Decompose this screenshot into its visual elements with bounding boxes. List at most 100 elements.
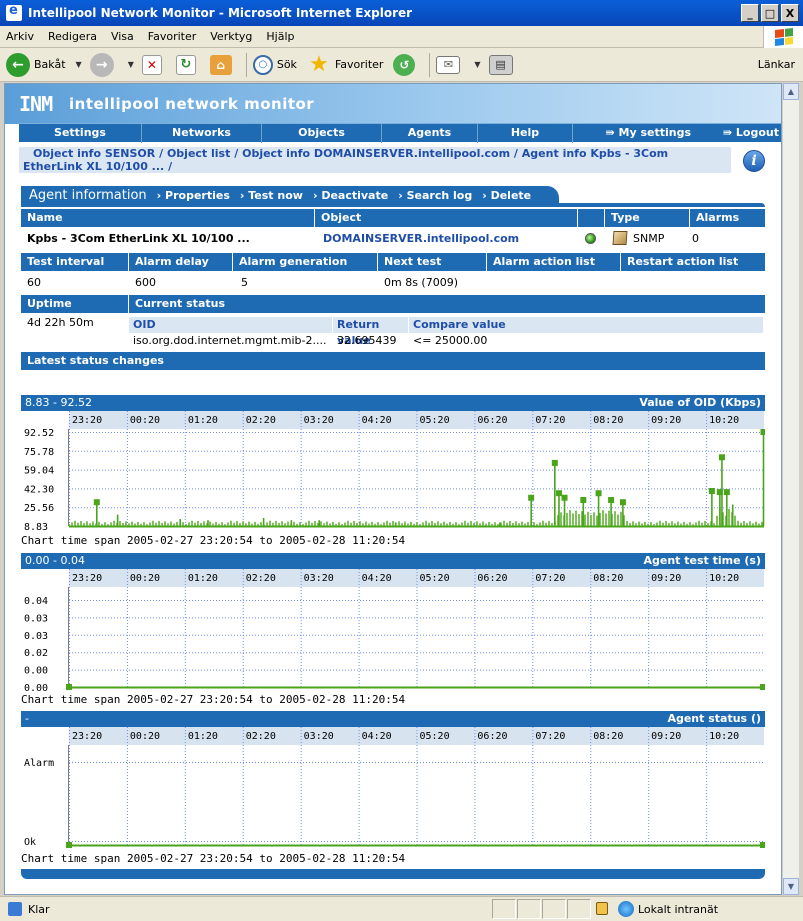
action-properties[interactable]: Properties	[157, 189, 230, 202]
stop-button[interactable]: ✕	[141, 54, 166, 75]
menu-favoriter[interactable]: Favoriter	[148, 30, 196, 43]
security-zone: Lokalt intranät	[618, 901, 718, 917]
nav-settings[interactable]: Settings	[19, 124, 142, 143]
x-tick-label: 03:20	[304, 731, 334, 742]
breadcrumb-object-list[interactable]: Object list	[167, 147, 230, 160]
vertical-scrollbar[interactable]: ▲ ▼	[782, 83, 799, 895]
browser-toolbar: ← Bakåt ▼ → ▼ ✕ ↻ ⌂ ○ Sök ★ Favoriter ↺ …	[0, 48, 803, 82]
breadcrumb-sep: /	[513, 147, 518, 160]
window-title: Intellipool Network Monitor - Microsoft …	[28, 6, 413, 20]
col-compare-value: Compare value	[409, 317, 763, 333]
nav-objects[interactable]: Objects	[262, 124, 382, 143]
menu-visa[interactable]: Visa	[111, 30, 134, 43]
x-tick-label: 02:20	[246, 731, 276, 742]
y-axis-band	[21, 727, 69, 849]
mail-dropdown-icon[interactable]: ▼	[474, 60, 480, 69]
x-tick-label: 04:20	[362, 415, 392, 426]
home-button[interactable]: ⌂	[209, 54, 236, 75]
chart-point-marker	[760, 429, 765, 435]
refresh-button[interactable]: ↻	[175, 54, 200, 75]
nav-my-settings[interactable]: ⇛ My settings	[573, 124, 695, 143]
action-delete[interactable]: Delete	[482, 189, 532, 202]
nav-networks[interactable]: Networks	[142, 124, 262, 143]
chart-agent-status-footer: Chart time span 2005-02-27 23:20:54 to 2…	[21, 852, 406, 865]
nav-help[interactable]: Help	[478, 124, 573, 143]
forward-dropdown-icon[interactable]: ▼	[128, 60, 134, 69]
zone-label: Lokalt intranät	[638, 902, 719, 916]
home-icon: ⌂	[209, 54, 232, 75]
x-tick-label: 08:20	[593, 415, 623, 426]
menu-arkiv[interactable]: Arkiv	[6, 30, 34, 43]
chart-agent-status-title: Agent status	[667, 712, 748, 725]
printer-icon: ▤	[488, 54, 513, 75]
chart-agent-status: 23:20 00:20 01:20 02:20 03:20 04:20 05:20 06:20…	[21, 727, 765, 849]
history-button[interactable]: ↺	[393, 53, 419, 76]
y-tick-label: 92.52	[24, 428, 54, 439]
chart-point-marker	[561, 494, 568, 501]
favorites-label: Favoriter	[334, 58, 384, 71]
action-search-log[interactable]: Search log	[398, 189, 473, 202]
x-tick-label: 00:20	[130, 573, 160, 584]
chart-oid-title: Value of OID (Kbps)	[639, 396, 761, 409]
chart-test-time-footer: Chart time span 2005-02-27 23:20:54 to 2…	[21, 693, 406, 706]
status-ok-icon	[585, 233, 596, 244]
nav-logout[interactable]: ⇛ Logout	[695, 124, 781, 143]
mail-button[interactable]: ✉	[436, 55, 464, 74]
chart-agent-status-suffix: ()	[750, 712, 761, 725]
chart-test-time: 23:20 00:20 01:20 02:20 03:20 04:20 05:20 06:20…	[21, 569, 765, 691]
agent-object-link[interactable]: DOMAINSERVER.intellipool.com	[317, 230, 577, 248]
back-dropdown-icon[interactable]: ▼	[76, 60, 82, 69]
back-label: Bakåt	[34, 58, 66, 71]
print-button[interactable]: ▤	[488, 54, 517, 75]
breadcrumb-object-info-sensor[interactable]: Object info SENSOR	[33, 147, 155, 160]
col-return-value: Return value	[333, 317, 409, 347]
links-label[interactable]: Länkar	[758, 58, 795, 71]
col-type: Type	[605, 209, 690, 227]
forward-arrow-icon: →	[89, 52, 114, 77]
menu-hjalp[interactable]: Hjälp	[266, 30, 294, 43]
y-tick-label: 59.04	[24, 466, 54, 477]
chart-point-marker	[551, 459, 558, 466]
forward-button[interactable]: →	[89, 52, 118, 77]
intranet-icon	[618, 901, 634, 917]
x-tick-label: 05:20	[420, 731, 450, 742]
window-controls: _ □ X	[741, 4, 799, 22]
app-banner: INM intellipool network monitor	[5, 84, 781, 124]
info-icon[interactable]: i	[743, 150, 765, 172]
close-button[interactable]: X	[781, 4, 799, 22]
action-deactivate[interactable]: Deactivate	[313, 189, 388, 202]
scroll-up-icon[interactable]: ▲	[783, 83, 799, 100]
menu-redigera[interactable]: Redigera	[48, 30, 97, 43]
y-tick-label: Alarm	[24, 758, 54, 769]
back-button[interactable]: ← Bakåt	[6, 52, 66, 77]
mail-icon: ✉	[436, 55, 461, 74]
scroll-down-icon[interactable]: ▼	[783, 878, 799, 895]
breadcrumb-sep: /	[159, 147, 164, 160]
lock-icon	[596, 902, 608, 915]
minimize-button[interactable]: _	[741, 4, 759, 22]
x-tick-label: 00:20	[130, 415, 160, 426]
nav-agents[interactable]: Agents	[382, 124, 478, 143]
menu-verktyg[interactable]: Verktyg	[210, 30, 252, 43]
section-bottom-bar	[21, 869, 765, 879]
latest-status-changes-header: Latest status changes	[21, 352, 765, 370]
favorites-button[interactable]: ★ Favoriter	[307, 52, 384, 77]
x-tick-label: 07:20	[535, 731, 565, 742]
chart-test-time-header: 0.00 - 0.04 Agent test time (s)	[21, 553, 765, 569]
test-interval-value: 60	[27, 276, 41, 289]
app-logo-text: intellipool network monitor	[69, 95, 315, 113]
action-test-now[interactable]: Test now	[240, 189, 303, 202]
maximize-button[interactable]: □	[761, 4, 779, 22]
search-label: Sök	[276, 58, 297, 71]
breadcrumb-object-info-domainserver[interactable]: Object info DOMAINSERVER.intellipool.com	[242, 147, 510, 160]
x-tick-label: 05:20	[420, 573, 450, 584]
search-button[interactable]: ○ Sök	[252, 54, 297, 75]
windows-flag-icon	[774, 28, 793, 46]
col-restart-action-list: Restart action list	[621, 253, 765, 271]
x-tick-label: 23:20	[72, 415, 102, 426]
status-bar: Klar Lokalt intranät	[0, 896, 803, 921]
x-tick-label: 03:20	[304, 415, 334, 426]
chart-point-marker	[93, 499, 100, 506]
chart-oid-footer: Chart time span 2005-02-27 23:20:54 to 2…	[21, 534, 406, 547]
refresh-icon: ↻	[175, 54, 196, 75]
